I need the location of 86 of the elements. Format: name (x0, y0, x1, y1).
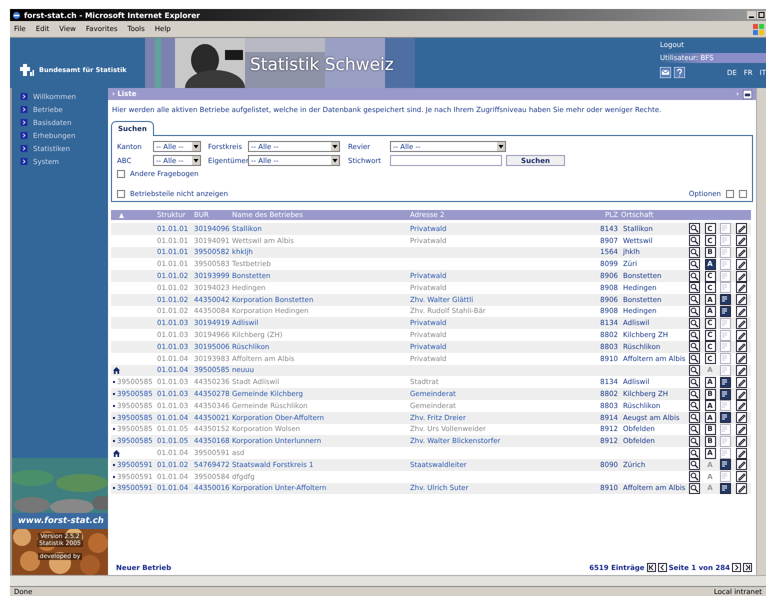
site-url: www.forst-stat.ch (12, 513, 108, 529)
edit-icon[interactable] (736, 353, 746, 364)
view-icon[interactable] (689, 282, 700, 294)
checkbox[interactable] (117, 170, 125, 178)
sort-icon[interactable] (119, 212, 124, 218)
previous-page-button[interactable] (658, 563, 667, 572)
view-icon[interactable] (689, 376, 700, 388)
browser-icon (12, 10, 21, 20)
edit-icon[interactable] (736, 436, 746, 447)
arrow-icon (20, 106, 28, 113)
vertical-scrollbar[interactable] (756, 88, 766, 575)
view-icon[interactable] (689, 306, 700, 317)
edit-icon[interactable] (736, 270, 746, 282)
edit-icon[interactable] (736, 459, 746, 470)
view-icon[interactable] (689, 223, 700, 234)
edit-icon[interactable] (736, 223, 746, 234)
report-icon[interactable] (720, 376, 731, 388)
edit-icon[interactable] (736, 482, 746, 494)
edit-icon[interactable] (736, 330, 746, 341)
view-icon[interactable] (689, 246, 700, 258)
checkbox[interactable] (739, 190, 747, 198)
windows-logo-icon (753, 24, 764, 34)
keyword-field[interactable] (390, 155, 502, 166)
view-icon[interactable] (689, 388, 700, 400)
view-icon[interactable] (689, 459, 700, 470)
edit-icon[interactable] (736, 282, 746, 294)
view-icon[interactable] (689, 482, 700, 494)
dropdown-arrow-icon[interactable] (331, 142, 339, 151)
view-icon[interactable] (689, 258, 700, 270)
home-icon (113, 450, 120, 457)
edit-icon[interactable] (736, 448, 746, 459)
view-icon[interactable] (689, 294, 700, 306)
checkbox[interactable] (726, 190, 734, 198)
maximize-button[interactable] (757, 11, 766, 19)
first-page-button[interactable] (646, 563, 656, 572)
view-icon[interactable] (689, 353, 700, 364)
edit-icon[interactable] (736, 306, 746, 317)
view-icon[interactable] (689, 424, 700, 435)
help-icon[interactable] (674, 67, 685, 78)
dropdown-arrow-icon[interactable] (497, 142, 505, 151)
horizontal-scrollbar[interactable] (10, 575, 766, 586)
view-icon[interactable] (689, 364, 700, 376)
view-icon[interactable] (689, 318, 700, 329)
report-icon[interactable] (720, 294, 731, 306)
edit-icon[interactable] (736, 400, 746, 412)
edit-icon[interactable] (736, 424, 746, 435)
next-page-button[interactable] (732, 563, 741, 572)
dropdown-arrow-icon[interactable] (331, 156, 339, 165)
print-icon[interactable] (743, 90, 752, 98)
edit-icon[interactable] (736, 364, 746, 376)
edit-icon[interactable] (736, 294, 746, 306)
edit-icon[interactable] (736, 341, 746, 352)
report-icon[interactable] (720, 412, 731, 424)
checkbox[interactable] (117, 190, 125, 198)
arrow-icon (20, 119, 28, 126)
view-icon[interactable] (689, 330, 700, 341)
arrow-icon (20, 145, 28, 152)
arrow-icon (20, 158, 28, 165)
arrow-icon (20, 93, 28, 100)
edit-icon[interactable] (736, 412, 746, 424)
view-icon[interactable] (689, 341, 700, 352)
edit-icon[interactable] (736, 246, 746, 258)
view-icon[interactable] (689, 436, 700, 447)
report-icon[interactable] (720, 459, 731, 470)
report-icon[interactable] (720, 306, 731, 317)
view-icon[interactable] (689, 448, 700, 459)
edit-icon[interactable] (736, 258, 746, 270)
view-icon[interactable] (689, 270, 700, 282)
view-icon[interactable] (689, 412, 700, 424)
edit-icon[interactable] (736, 471, 746, 482)
edit-icon[interactable] (736, 388, 746, 400)
view-icon[interactable] (689, 400, 700, 412)
edit-icon[interactable] (736, 235, 746, 246)
home-icon (113, 366, 120, 374)
edit-icon[interactable] (736, 318, 746, 329)
last-page-button[interactable] (743, 563, 752, 572)
view-icon[interactable] (689, 471, 700, 482)
dropdown-arrow-icon[interactable] (192, 142, 200, 151)
view-icon[interactable] (689, 235, 700, 246)
report-icon[interactable] (720, 482, 731, 494)
dropdown-arrow-icon[interactable] (192, 156, 200, 165)
report-icon[interactable] (720, 388, 731, 400)
arrow-icon (20, 132, 28, 139)
swiss-cross-logo-icon (18, 64, 34, 76)
mail-icon[interactable] (660, 67, 671, 78)
edit-icon[interactable] (736, 376, 746, 388)
